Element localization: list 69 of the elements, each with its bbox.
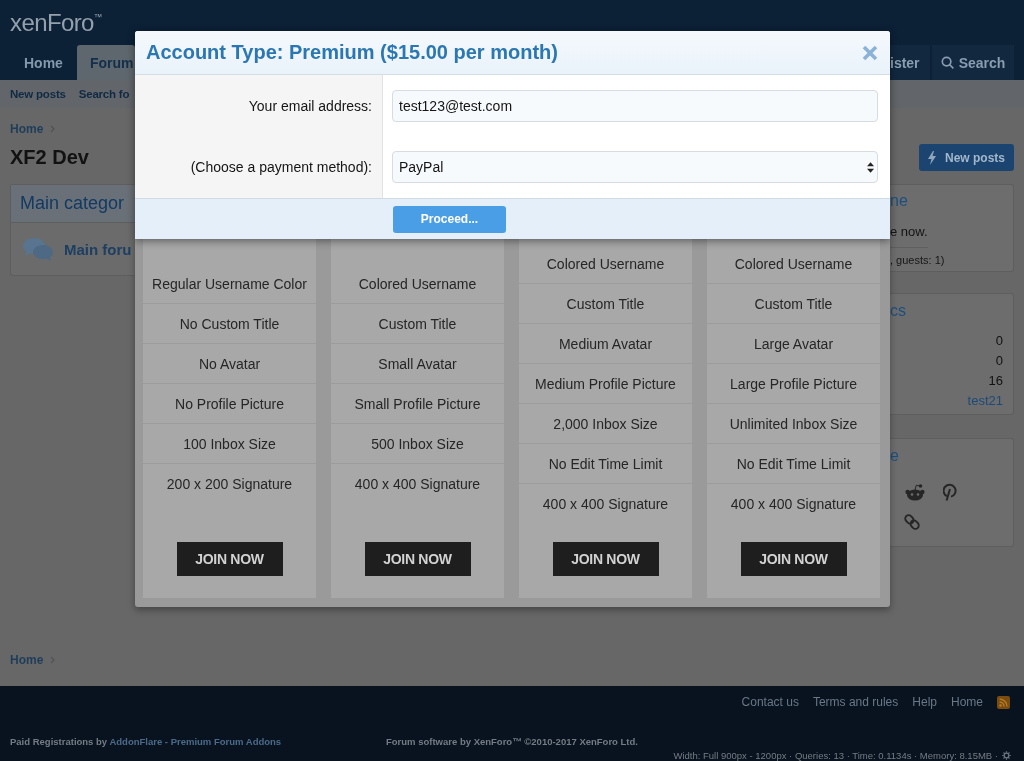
credit-text: Paid Registrations by AddonFlare - Premium Forum Addons — [10, 736, 282, 747]
feature-row: 500 Inbox Size — [331, 424, 504, 464]
join-now-button[interactable]: JOIN NOW — [552, 542, 659, 576]
feature-row: No Avatar — [143, 344, 316, 384]
feature-row: Colored Username — [519, 244, 692, 284]
dialog-title: Account Type: Premium ($15.00 per month) — [146, 41, 558, 64]
footer-link[interactable]: Home — [951, 695, 983, 709]
reddit-icon[interactable] — [905, 483, 925, 501]
feature-row: No Edit Time Limit — [707, 444, 880, 484]
field-label: (Choose a payment method): — [190, 159, 372, 175]
feature-row: Custom Title — [519, 284, 692, 324]
lightning-icon — [928, 150, 936, 165]
feature-row: No Edit Time Limit — [519, 444, 692, 484]
nav-tab[interactable]: ister — [890, 45, 930, 80]
sub-nav-link[interactable]: New posts — [10, 88, 66, 100]
feature-row: Large Profile Picture — [707, 364, 880, 404]
nav-tab[interactable]: Home — [10, 45, 65, 80]
feature-row-text: 400 x 400 Signature — [353, 475, 482, 494]
join-now-button[interactable]: JOIN NOW — [364, 542, 471, 576]
feature-row: Custom Title — [331, 304, 504, 344]
feature-row: Medium Profile Picture — [519, 364, 692, 404]
search-tab[interactable]: Search — [932, 45, 1014, 80]
feature-row-text: 400 x 400 Signature — [541, 495, 670, 514]
sub-nav-link[interactable]: Search fo — [78, 88, 130, 100]
new-posts-button[interactable]: New posts — [919, 144, 1014, 171]
field-label: Your email address: — [248, 98, 372, 114]
payment-method-select[interactable]: PayPal — [392, 151, 878, 183]
search-icon — [940, 56, 954, 69]
join-now-button[interactable]: JOIN NOW — [740, 542, 847, 576]
site-logo[interactable]: xenForo$^{™}$ — [10, 10, 102, 35]
feature-row: Medium Avatar — [519, 324, 692, 364]
credit-link[interactable]: AddonFlare - Premium Forum Addons — [109, 736, 282, 747]
stat-value: 16 — [988, 372, 1003, 390]
email-field[interactable]: test123@test.com — [392, 90, 878, 122]
feature-row: Regular Username Color — [143, 264, 316, 304]
stat-value: 0 — [995, 332, 1003, 350]
footer-link[interactable]: Help — [912, 695, 937, 709]
feature-row: Colored Username — [331, 264, 504, 304]
pinterest-icon[interactable] — [943, 483, 957, 501]
footer-link[interactable]: Contact us — [741, 695, 799, 709]
copyright-text: Forum software by XenForo™ ©2010-2017 XenForo Ltd. — [386, 736, 638, 747]
feature-row: 100 Inbox Size — [143, 424, 316, 464]
feature-row: 2,000 Inbox Size — [519, 404, 692, 444]
proceed-button[interactable]: Proceed... — [393, 205, 506, 233]
feature-row: Colored Username — [707, 244, 880, 284]
page-title: XF2 Dev — [10, 146, 89, 169]
feature-row: Unlimited Inbox Size — [707, 404, 880, 444]
feature-row-text: 400 x 400 Signature — [729, 495, 858, 514]
feature-row: Custom Title — [707, 284, 880, 324]
feature-row: No Profile Picture — [143, 384, 316, 424]
gear-icon[interactable] — [1002, 751, 1011, 760]
feature-row: No Custom Title — [143, 304, 316, 344]
chevron-icon — [50, 125, 56, 133]
debug-info: Width: Full 900px - 1200px · Queries: 13 · Time: 0.1134s · Memory: 8.15MB · — [673, 750, 998, 761]
feature-row-text: 200 x 200 Signature — [165, 475, 294, 494]
close-icon[interactable] — [862, 44, 878, 61]
feature-row: Small Avatar — [331, 344, 504, 384]
members-total: , guests: 1) — [890, 253, 945, 266]
footer-link[interactable]: Terms and rules — [812, 695, 899, 709]
join-now-button[interactable]: JOIN NOW — [176, 542, 283, 576]
nav-tab[interactable]: Forum — [76, 45, 136, 80]
stat-value: 0 — [995, 352, 1003, 370]
chevron-icon — [50, 656, 56, 664]
select-arrows-icon — [867, 161, 874, 173]
chat-bubbles-icon — [22, 237, 54, 261]
feature-row: Small Profile Picture — [331, 384, 504, 424]
link-icon[interactable] — [903, 513, 921, 531]
rss-icon[interactable] — [997, 695, 1010, 709]
feature-row: Large Avatar — [707, 324, 880, 364]
